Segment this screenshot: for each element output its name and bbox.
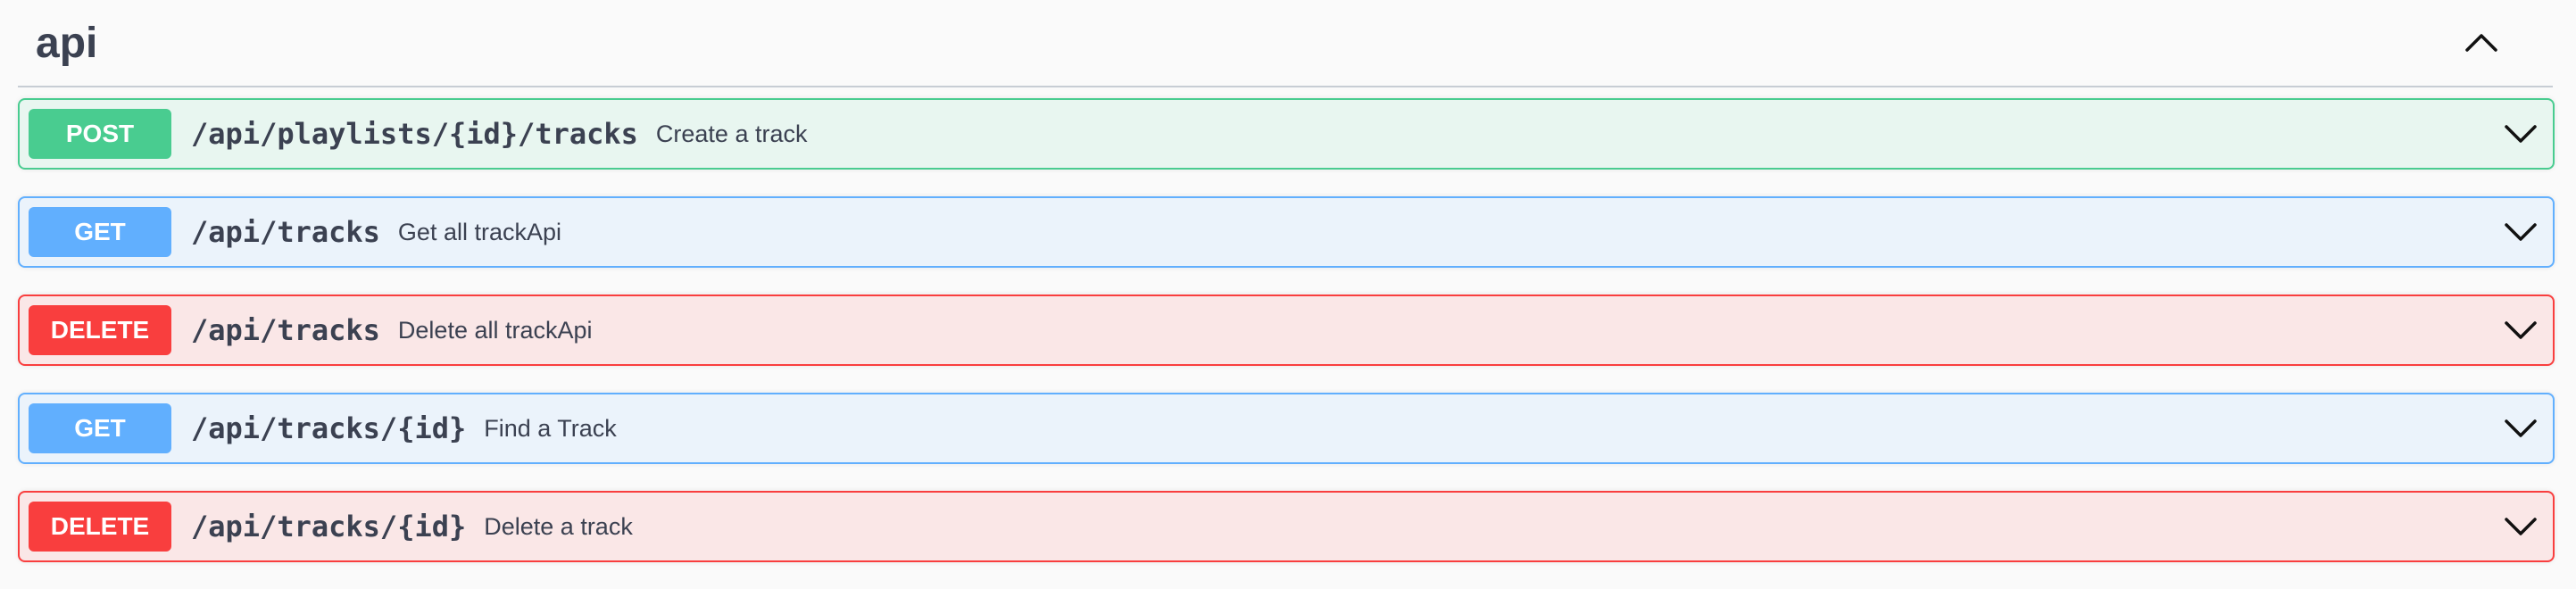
chevron-down-icon[interactable] (2501, 507, 2540, 546)
operation-summary: Find a Track (484, 414, 617, 442)
operation-summary: Create a track (655, 120, 808, 147)
operation-path: /api/tracks/{id} (191, 411, 467, 445)
operation-path: /api/tracks (191, 313, 380, 347)
operation-delete-tracks[interactable]: DELETE /api/tracks Delete all trackApi (18, 294, 2555, 366)
method-badge: GET (29, 403, 171, 453)
operation-summary: Delete a track (484, 512, 633, 540)
operation-path: /api/playlists/{id}/tracks (191, 117, 638, 151)
method-badge: POST (29, 109, 171, 159)
operation-path: /api/tracks/{id} (191, 510, 467, 543)
method-badge: GET (29, 207, 171, 257)
chevron-up-icon (2465, 34, 2497, 52)
section-header[interactable]: api (18, 0, 2553, 87)
operation-get-tracks[interactable]: GET /api/tracks Get all trackApi (18, 196, 2555, 268)
chevron-down-icon[interactable] (2501, 409, 2540, 448)
chevron-down-icon[interactable] (2501, 311, 2540, 350)
operation-summary: Delete all trackApi (397, 316, 593, 344)
operation-delete-track-by-id[interactable]: DELETE /api/tracks/{id} Delete a track (18, 491, 2555, 562)
operation-summary: Get all trackApi (397, 218, 561, 245)
collapse-button[interactable] (2455, 16, 2508, 70)
method-badge: DELETE (29, 305, 171, 355)
operation-post-playlists-tracks[interactable]: POST /api/playlists/{id}/tracks Create a… (18, 98, 2555, 170)
operation-path: /api/tracks (191, 215, 380, 249)
section-title: api (36, 19, 98, 67)
chevron-down-icon[interactable] (2501, 114, 2540, 153)
operation-get-track-by-id[interactable]: GET /api/tracks/{id} Find a Track (18, 393, 2555, 464)
method-badge: DELETE (29, 502, 171, 552)
chevron-down-icon[interactable] (2501, 212, 2540, 252)
operations-list: POST /api/playlists/{id}/tracks Create a… (18, 98, 2555, 589)
